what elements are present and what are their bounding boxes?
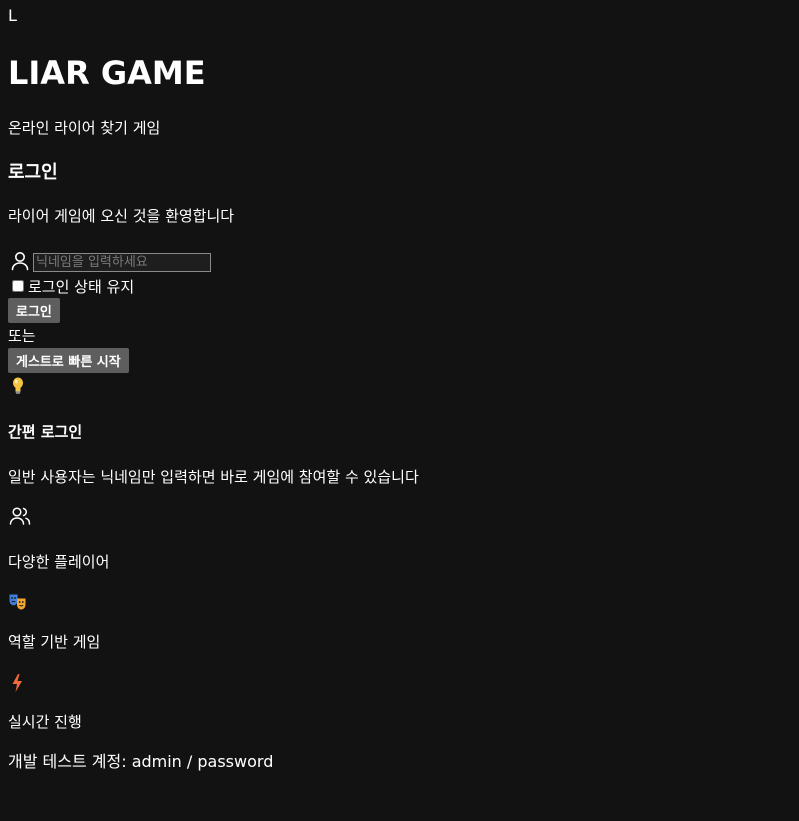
easy-login-description: 일반 사용자는 닉네임만 입력하면 바로 게임에 참여할 수 있습니다 <box>8 468 419 486</box>
or-divider: 또는 <box>8 327 36 345</box>
lightning-icon <box>10 673 24 693</box>
nickname-row <box>8 243 211 273</box>
remember-me-label: 로그인 상태 유지 <box>28 277 135 296</box>
theater-masks-icon <box>8 592 28 612</box>
feature-label-realtime: 실시간 진행 <box>8 713 82 731</box>
nickname-input[interactable] <box>33 253 211 272</box>
users-icon <box>8 504 32 528</box>
login-button[interactable]: 로그인 <box>8 298 60 323</box>
app-title: LIAR GAME <box>8 54 206 92</box>
remember-me-checkbox[interactable] <box>12 280 24 292</box>
feature-label-roles: 역할 기반 게임 <box>8 633 101 651</box>
app-subtitle: 온라인 라이어 찾기 게임 <box>8 119 161 137</box>
easy-login-heading: 간편 로그인 <box>8 423 83 441</box>
feature-label-players: 다양한 플레이어 <box>8 553 110 571</box>
user-icon <box>8 249 32 273</box>
lightbulb-icon <box>10 376 26 396</box>
guest-quick-start-button[interactable]: 게스트로 빠른 시작 <box>8 348 129 373</box>
login-page: L LIAR GAME 온라인 라이어 찾기 게임 로그인 라이어 게임에 오신… <box>0 0 799 821</box>
logo: L <box>8 6 17 25</box>
welcome-message: 라이어 게임에 오신 것을 환영합니다 <box>8 207 235 225</box>
dev-test-account-note: 개발 테스트 계정: admin / password <box>8 752 274 771</box>
login-heading: 로그인 <box>8 162 58 183</box>
remember-me[interactable]: 로그인 상태 유지 <box>8 276 134 296</box>
